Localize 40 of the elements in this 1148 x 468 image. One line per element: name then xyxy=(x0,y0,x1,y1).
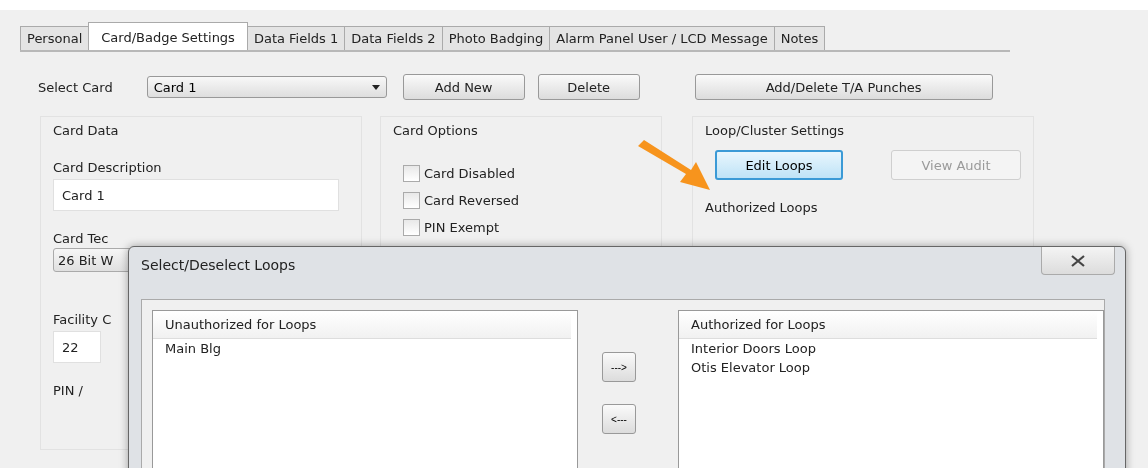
group-title: Card Data xyxy=(53,123,120,138)
close-icon xyxy=(1071,254,1085,267)
dialog-title: Select/Deselect Loops xyxy=(141,257,296,273)
checkbox[interactable] xyxy=(403,219,420,236)
group-title: Loop/Cluster Settings xyxy=(705,123,846,138)
list-box[interactable]: Authorized for Loops Interior Doors Loop Otis Elevator Loop xyxy=(678,310,1104,468)
checkbox-label: Card Disabled xyxy=(424,166,516,181)
close-button[interactable] xyxy=(1041,247,1115,275)
checkbox[interactable] xyxy=(403,192,420,209)
field-label: Card Description xyxy=(53,160,162,175)
list-item[interactable]: Interior Doors Loop xyxy=(679,339,1103,358)
dropdown-arrow-icon xyxy=(371,84,380,90)
description-field[interactable]: Card 1 xyxy=(53,179,339,211)
field-label: PIN / xyxy=(53,383,83,398)
tab[interactable]: Photo Badging xyxy=(441,26,551,50)
group-title: Card Options xyxy=(393,123,479,138)
field-label: Select Card xyxy=(38,79,113,95)
field-label: Authorized Loops xyxy=(705,200,818,215)
field-label: Card Tec xyxy=(53,231,109,246)
action-button[interactable]: Delete xyxy=(537,74,640,100)
move-button[interactable]: ---> xyxy=(602,352,636,382)
field-label: Facility C xyxy=(53,312,112,327)
list-item[interactable]: Main Blg xyxy=(153,339,577,358)
tab[interactable]: Personal xyxy=(20,26,90,50)
tab[interactable]: Alarm Panel User / LCD Message xyxy=(549,26,775,50)
tab[interactable]: Data Fields 1 xyxy=(246,26,346,50)
action-button[interactable]: Add/Delete T/A Punches xyxy=(694,74,993,100)
action-button[interactable]: Add New xyxy=(402,74,525,100)
checkbox-label: Card Reversed xyxy=(424,193,520,208)
edit-loops-button[interactable]: Edit Loops xyxy=(715,150,844,180)
list-box[interactable]: Unauthorized for Loops Main Blg xyxy=(152,310,578,468)
checkbox-label: PIN Exempt xyxy=(424,220,500,235)
tab[interactable]: Data Fields 2 xyxy=(344,26,443,50)
card-dropdown[interactable]: Card 1 xyxy=(146,76,387,98)
checkbox[interactable] xyxy=(403,165,420,182)
move-button[interactable]: <--- xyxy=(602,404,636,434)
tab[interactable]: Card/Badge Settings xyxy=(88,22,248,50)
tab[interactable]: Notes xyxy=(773,26,826,50)
list-item[interactable]: Otis Elevator Loop xyxy=(679,358,1103,377)
facility-field[interactable]: 22 xyxy=(53,331,101,363)
